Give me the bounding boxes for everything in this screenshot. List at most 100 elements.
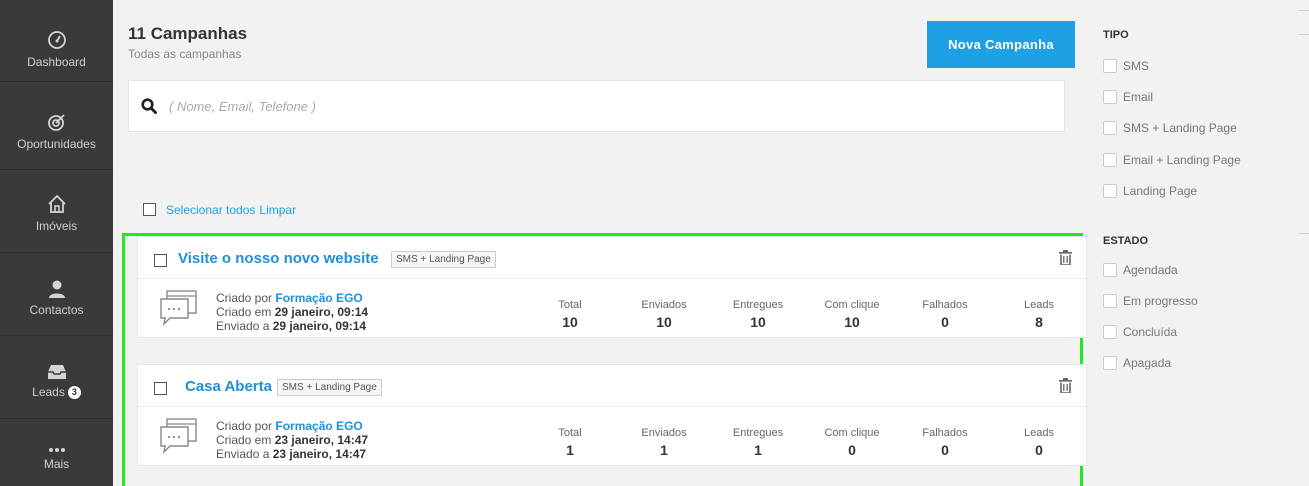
new-campaign-button[interactable]: Nova Campanha <box>927 21 1075 68</box>
filter-option-landing-page[interactable]: Landing Page <box>1103 184 1197 198</box>
campaigns-main: 11 Campanhas Todas as campanhas Nova Cam… <box>113 0 1087 486</box>
campaign-title[interactable]: Casa Aberta <box>185 378 272 395</box>
house-icon <box>47 194 66 213</box>
sidebar-item-label: Leads <box>32 385 65 399</box>
stat-leads: Leads 0 <box>994 427 1084 458</box>
campaign-card-header: Casa Aberta SMS + Landing Page <box>138 365 1086 407</box>
stat-total: Total 1 <box>525 427 615 458</box>
filter-panel: TIPO SMS Email SMS + Landing Page Email … <box>1090 0 1309 486</box>
campaign-card: Visite o nosso novo website SMS + Landin… <box>137 236 1087 338</box>
search-box <box>128 80 1065 132</box>
stat-label: Com clique <box>824 299 880 311</box>
sent-at-label: Enviado a <box>216 319 273 333</box>
filter-option-apagada[interactable]: Apagada <box>1103 356 1171 370</box>
filter-checkbox[interactable] <box>1103 263 1117 277</box>
sidebar-item-oportunidades[interactable]: Oportunidades <box>0 88 113 170</box>
filter-option-email[interactable]: Email <box>1103 90 1153 104</box>
filter-option-label: Agendada <box>1123 263 1178 277</box>
sidebar-item-dashboard[interactable]: Dashboard <box>0 0 113 82</box>
selection-toolbar: Selecionar todos Limpar <box>143 203 296 217</box>
stat-leads: Leads 8 <box>994 299 1084 330</box>
filter-option-concluida[interactable]: Concluída <box>1103 325 1177 339</box>
stat-value: 1 <box>660 442 668 458</box>
speedometer-icon <box>47 31 66 49</box>
filter-checkbox[interactable] <box>1103 121 1117 135</box>
filter-option-em-progresso[interactable]: Em progresso <box>1103 294 1198 308</box>
created-by-label: Criado por <box>216 419 276 433</box>
select-all-checkbox[interactable] <box>143 203 156 216</box>
filter-option-label: Apagada <box>1123 356 1172 370</box>
sidebar-item-label: Mais <box>43 457 70 471</box>
sent-at-value: 23 janeiro, 14:47 <box>272 447 367 461</box>
search-icon <box>141 98 157 114</box>
stat-value: 0 <box>848 442 856 458</box>
filter-option-label: Email + Landing Page <box>1123 153 1241 167</box>
stat-com-clique: Com clique 10 <box>807 299 897 330</box>
select-all-link[interactable]: Selecionar todos <box>166 203 255 217</box>
sidebar-item-label: Dashboard <box>27 55 86 69</box>
campaign-list: Visite o nosso novo website SMS + Landin… <box>122 233 1087 486</box>
filter-checkbox[interactable] <box>1103 356 1117 370</box>
stat-value: 8 <box>1035 314 1043 330</box>
sidebar: Dashboard Oportunidades Imóveis Contacto… <box>0 0 113 486</box>
search-input[interactable] <box>169 95 1049 117</box>
stat-label: Enviados <box>641 427 687 439</box>
filter-option-label: SMS <box>1123 59 1150 73</box>
stat-enviados: Enviados 10 <box>619 299 709 330</box>
stat-value: 10 <box>656 314 672 330</box>
campaign-author-link[interactable]: Formação EGO <box>275 291 362 305</box>
campaign-author-link[interactable]: Formação EGO <box>275 419 362 433</box>
filter-option-label: Concluída <box>1123 325 1178 339</box>
campaign-title[interactable]: Visite o nosso novo website <box>178 250 379 267</box>
filter-option-email-landing-page[interactable]: Email + Landing Page <box>1103 153 1241 167</box>
stat-label: Entregues <box>732 299 784 311</box>
stat-total: Total 10 <box>525 299 615 330</box>
filter-checkbox[interactable] <box>1103 184 1117 198</box>
campaign-type-tag: SMS + Landing Page <box>391 251 496 268</box>
sms-message-icon <box>160 290 197 326</box>
trash-icon[interactable] <box>1059 378 1072 393</box>
filter-option-sms-landing-page[interactable]: SMS + Landing Page <box>1103 121 1237 135</box>
filter-checkbox[interactable] <box>1103 153 1117 167</box>
filter-option-label: Landing Page <box>1123 184 1198 198</box>
sidebar-item-mais[interactable]: Mais <box>0 420 113 486</box>
stat-value: 0 <box>941 442 949 458</box>
filter-option-agendada[interactable]: Agendada <box>1103 263 1178 277</box>
clear-selection-link[interactable]: Limpar <box>259 203 296 217</box>
stat-label: Com clique <box>824 427 880 439</box>
campaign-card-header: Visite o nosso novo website SMS + Landin… <box>138 237 1086 279</box>
stat-value: 1 <box>566 442 574 458</box>
stat-value: 1 <box>754 442 762 458</box>
filter-option-sms[interactable]: SMS <box>1103 59 1149 73</box>
page-title: 11 Campanhas <box>128 24 248 43</box>
campaign-checkbox[interactable] <box>154 254 167 267</box>
stat-label: Total <box>558 299 582 311</box>
campaign-card: Casa Aberta SMS + Landing Page Criado po… <box>137 364 1087 466</box>
sidebar-item-label: Imóveis <box>35 219 78 233</box>
divider <box>1299 233 1309 234</box>
filter-option-label: Email <box>1123 90 1154 104</box>
filter-checkbox[interactable] <box>1103 90 1117 104</box>
filter-checkbox[interactable] <box>1103 59 1117 73</box>
inbox-icon <box>47 365 66 379</box>
stat-label: Falhados <box>922 427 968 439</box>
sidebar-item-leads[interactable]: Leads 3 <box>0 337 113 419</box>
created-by-label: Criado por <box>216 291 276 305</box>
filter-checkbox[interactable] <box>1103 325 1117 339</box>
stat-label: Entregues <box>732 427 784 439</box>
target-icon <box>47 114 65 131</box>
trash-icon[interactable] <box>1059 250 1072 265</box>
leads-count-badge: 3 <box>67 386 81 399</box>
divider <box>1299 34 1309 35</box>
created-at-value: 29 janeiro, 09:14 <box>274 305 369 319</box>
sidebar-item-label: Oportunidades <box>17 137 96 151</box>
sms-message-icon <box>160 418 197 454</box>
stat-falhados: Falhados 0 <box>900 427 990 458</box>
stat-label: Total <box>558 427 582 439</box>
filter-checkbox[interactable] <box>1103 294 1117 308</box>
campaign-checkbox[interactable] <box>154 382 167 395</box>
sidebar-item-imoveis[interactable]: Imóveis <box>0 171 113 253</box>
sidebar-item-contactos[interactable]: Contactos <box>0 254 113 336</box>
filter-option-label: SMS + Landing Page <box>1123 121 1237 135</box>
stat-label: Enviados <box>641 299 687 311</box>
